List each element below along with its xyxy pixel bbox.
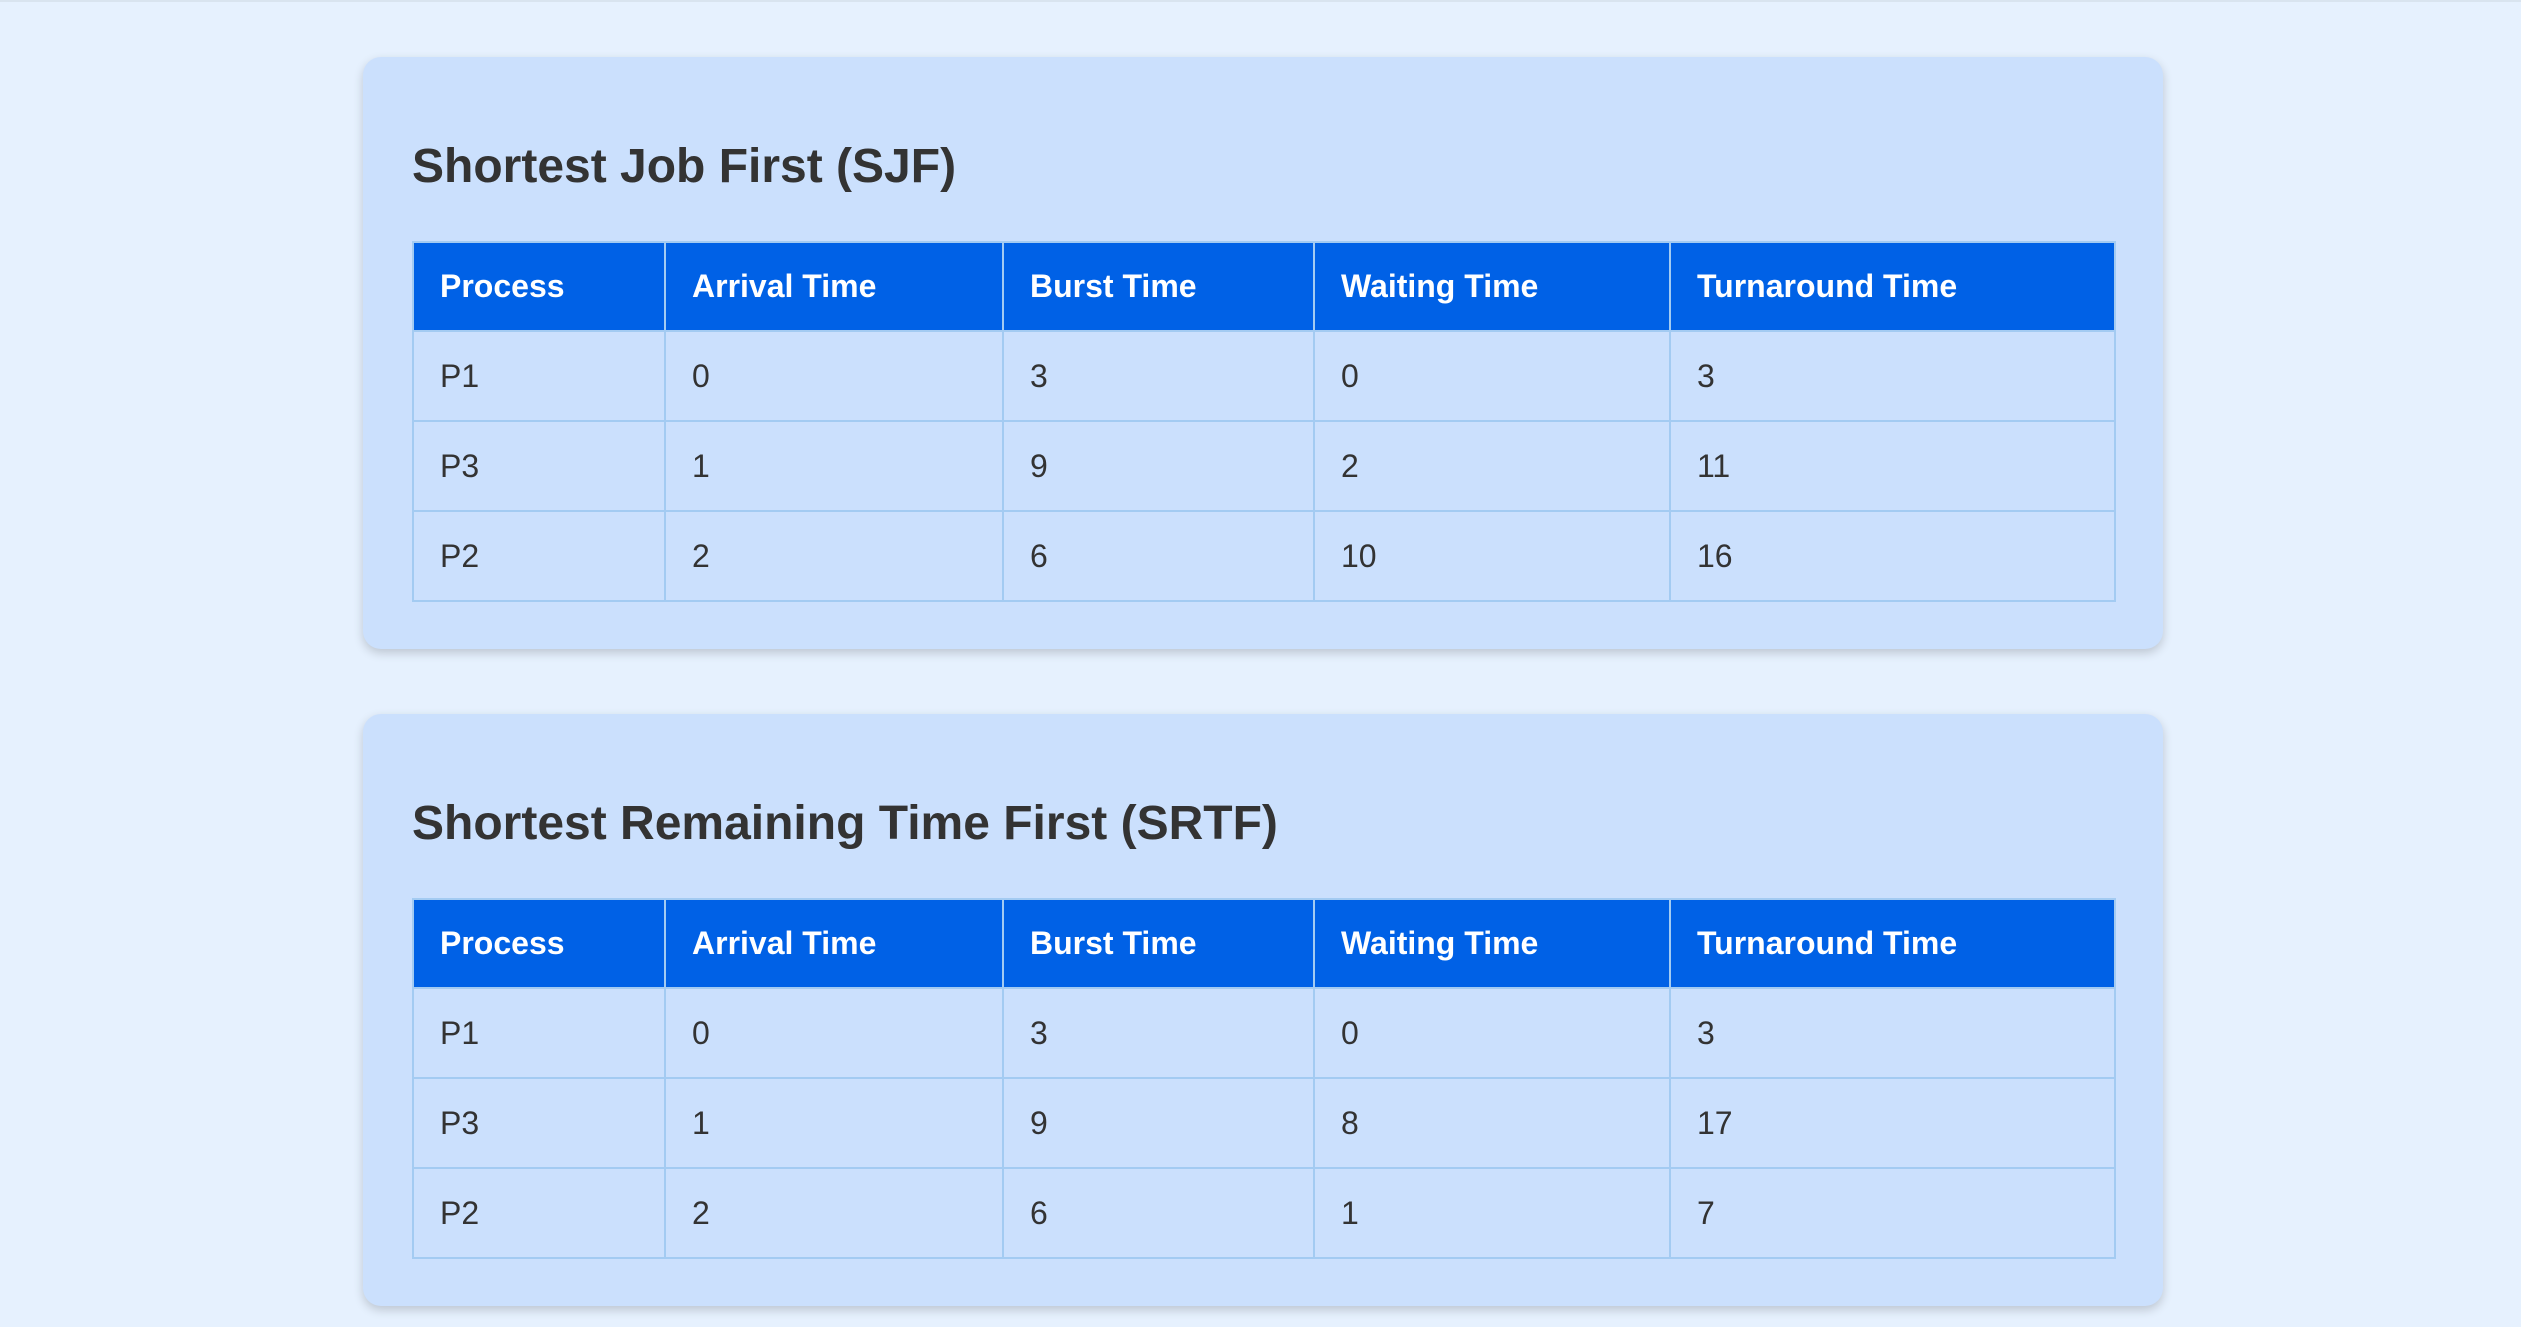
table-row: P1 0 3 0 3 — [412, 987, 2116, 1079]
cell-turnaround-time: 17 — [1669, 1077, 2116, 1169]
cell-burst-time: 3 — [1002, 330, 1315, 422]
cell-arrival-time: 1 — [664, 1077, 1004, 1169]
srtf-title: Shortest Remaining Time First (SRTF) — [412, 797, 1278, 850]
cell-burst-time: 6 — [1002, 1167, 1315, 1259]
sjf-card: Shortest Job First (SJF) Process Arrival… — [363, 57, 2163, 649]
table-row: P3 1 9 2 11 — [412, 420, 2116, 512]
column-header-burst-time: Burst Time — [1002, 241, 1315, 332]
column-header-arrival-time: Arrival Time — [664, 898, 1004, 989]
cell-arrival-time: 1 — [664, 420, 1004, 512]
cell-arrival-time: 2 — [664, 1167, 1004, 1259]
cell-waiting-time: 2 — [1313, 420, 1671, 512]
cell-waiting-time: 0 — [1313, 330, 1671, 422]
cell-process: P1 — [412, 987, 666, 1079]
table-row: P2 2 6 10 16 — [412, 510, 2116, 602]
column-header-process: Process — [412, 241, 666, 332]
column-header-process: Process — [412, 898, 666, 989]
column-header-turnaround-time: Turnaround Time — [1669, 241, 2116, 332]
cell-arrival-time: 2 — [664, 510, 1004, 602]
cell-process: P3 — [412, 420, 666, 512]
cell-arrival-time: 0 — [664, 987, 1004, 1079]
table-row: P3 1 9 8 17 — [412, 1077, 2116, 1169]
cell-waiting-time: 1 — [1313, 1167, 1671, 1259]
column-header-waiting-time: Waiting Time — [1313, 241, 1671, 332]
cell-burst-time: 6 — [1002, 510, 1315, 602]
cell-process: P2 — [412, 510, 666, 602]
table-header-row: Process Arrival Time Burst Time Waiting … — [412, 241, 2116, 332]
cell-process: P2 — [412, 1167, 666, 1259]
cell-waiting-time: 8 — [1313, 1077, 1671, 1169]
column-header-turnaround-time: Turnaround Time — [1669, 898, 2116, 989]
cell-burst-time: 3 — [1002, 987, 1315, 1079]
table-row: P2 2 6 1 7 — [412, 1167, 2116, 1259]
sjf-table: Process Arrival Time Burst Time Waiting … — [412, 241, 2116, 602]
cell-turnaround-time: 3 — [1669, 330, 2116, 422]
cell-turnaround-time: 3 — [1669, 987, 2116, 1079]
cell-burst-time: 9 — [1002, 1077, 1315, 1169]
srtf-card: Shortest Remaining Time First (SRTF) Pro… — [363, 714, 2163, 1306]
top-divider — [0, 0, 2521, 2]
cell-process: P1 — [412, 330, 666, 422]
srtf-table: Process Arrival Time Burst Time Waiting … — [412, 898, 2116, 1259]
cell-arrival-time: 0 — [664, 330, 1004, 422]
cell-burst-time: 9 — [1002, 420, 1315, 512]
cell-turnaround-time: 16 — [1669, 510, 2116, 602]
cell-process: P3 — [412, 1077, 666, 1169]
cell-turnaround-time: 11 — [1669, 420, 2116, 512]
cell-turnaround-time: 7 — [1669, 1167, 2116, 1259]
cell-waiting-time: 10 — [1313, 510, 1671, 602]
sjf-title: Shortest Job First (SJF) — [412, 140, 957, 193]
column-header-waiting-time: Waiting Time — [1313, 898, 1671, 989]
cell-waiting-time: 0 — [1313, 987, 1671, 1079]
column-header-burst-time: Burst Time — [1002, 898, 1315, 989]
column-header-arrival-time: Arrival Time — [664, 241, 1004, 332]
table-header-row: Process Arrival Time Burst Time Waiting … — [412, 898, 2116, 989]
table-row: P1 0 3 0 3 — [412, 330, 2116, 422]
